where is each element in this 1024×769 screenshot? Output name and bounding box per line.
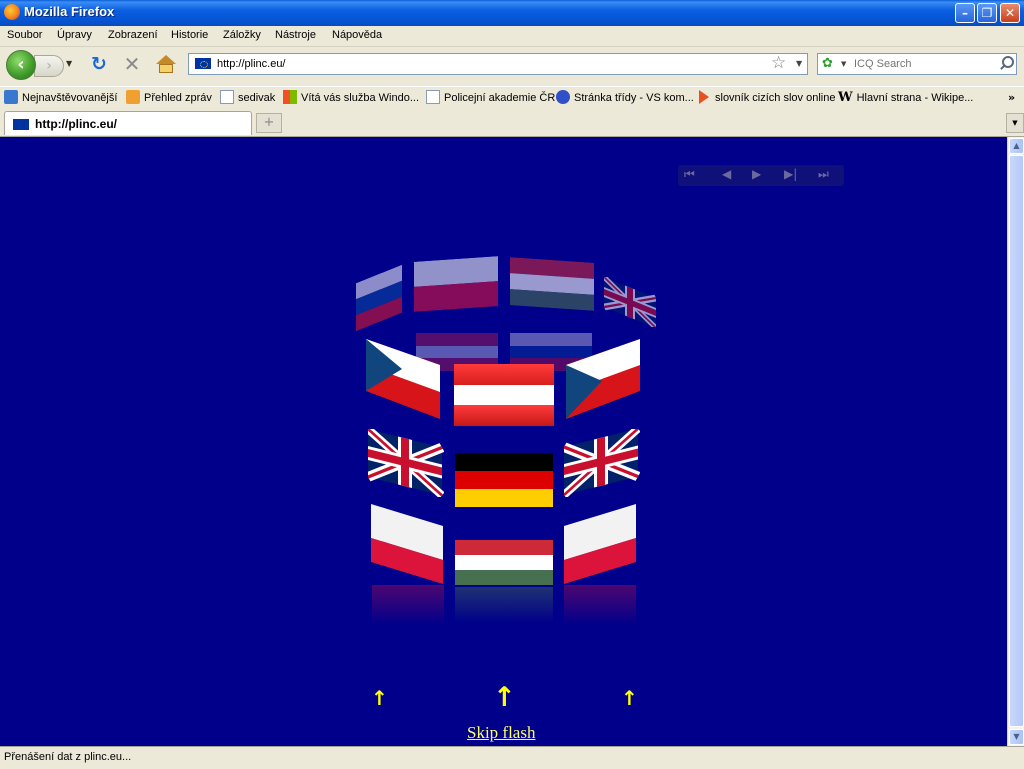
page-icon <box>426 90 440 104</box>
scroll-down-button[interactable]: ▼ <box>1009 729 1024 745</box>
bookmarks-overflow-button[interactable]: » <box>1008 91 1015 104</box>
bookmark-item[interactable]: Stránka třídy - VS kom... <box>556 90 694 106</box>
menu-zalozky[interactable]: Záložky <box>223 29 261 41</box>
back-button[interactable]: ‹ <box>6 50 36 80</box>
home-icon <box>156 55 176 64</box>
bookmark-item[interactable]: sedivak <box>220 90 275 106</box>
next-slide-button[interactable]: ▶| <box>784 167 797 181</box>
menu-soubor[interactable]: Soubor <box>7 29 42 41</box>
slovakia-flag <box>356 264 402 332</box>
vertical-scrollbar[interactable]: ▲ ▼ <box>1007 137 1024 746</box>
tab-bar: http://plinc.eu/ + ▼ <box>0 109 1024 137</box>
czech-flag <box>566 339 640 419</box>
history-dropdown-icon[interactable]: ▼ <box>66 59 72 68</box>
page-content: ⏮ ◀ ▶ ▶| ⏭ ↑ ↑ ↑ Skip flash <box>0 137 1007 746</box>
close-button[interactable]: ✕ <box>1000 3 1020 23</box>
eu-flag-favicon-icon <box>13 119 29 130</box>
left-arrow-icon[interactable]: ↑ <box>371 686 388 710</box>
home-button[interactable] <box>156 55 176 73</box>
gear-icon <box>556 90 570 104</box>
status-bar: Přenášení dat z plinc.eu... <box>0 746 1024 769</box>
menu-napoveda[interactable]: Nápověda <box>332 29 382 41</box>
first-slide-button[interactable]: ⏮ <box>684 167 695 182</box>
search-input[interactable] <box>854 57 994 71</box>
status-text: Přenášení dat z plinc.eu... <box>4 751 132 763</box>
window-title: Mozilla Firefox <box>24 4 115 19</box>
austria-flag <box>454 364 554 426</box>
menu-bar: Soubor Úpravy Zobrazení Historie Záložky… <box>0 26 1024 47</box>
center-arrow-icon[interactable]: ↑ <box>493 682 516 713</box>
magnifier-icon <box>4 90 18 104</box>
minimize-button[interactable]: – <box>955 3 975 23</box>
menu-upravy[interactable]: Úpravy <box>57 29 92 41</box>
rss-icon <box>126 90 140 104</box>
germany-flag <box>455 453 553 507</box>
icq-flower-icon[interactable]: ✿ <box>822 57 833 71</box>
new-tab-button[interactable]: + <box>256 113 282 133</box>
play-button[interactable]: ▶ <box>752 167 761 181</box>
back-arrow-icon: ‹ <box>17 54 25 75</box>
firefox-icon <box>4 4 20 20</box>
right-arrow-icon[interactable]: ↑ <box>621 686 638 710</box>
wikipedia-icon: W <box>838 90 853 105</box>
bookmark-item[interactable]: slovník cizích slov online <box>699 90 835 106</box>
navigation-toolbar: › ‹ ▼ ↻ ✕ ☆ ▼ ✿ ▼ <box>0 47 1024 85</box>
bookmark-star-icon[interactable]: ☆ <box>771 53 786 73</box>
bookmark-item[interactable]: Vítá vás služba Windo... <box>283 90 419 106</box>
maximize-button[interactable]: ❐ <box>977 3 997 23</box>
search-icon[interactable] <box>999 56 1014 70</box>
menu-nastroje[interactable]: Nástroje <box>275 29 316 41</box>
scroll-up-button[interactable]: ▲ <box>1009 138 1024 154</box>
poland-flag <box>414 256 498 312</box>
bookmark-item[interactable]: W Hlavní strana - Wikipe... <box>838 90 973 106</box>
search-engine-dropdown-icon[interactable]: ▼ <box>841 60 846 68</box>
tab-plinc[interactable]: http://plinc.eu/ <box>4 111 252 135</box>
previous-slide-button[interactable]: ◀ <box>722 167 731 181</box>
url-dropdown-icon[interactable]: ▼ <box>796 59 802 68</box>
bookmark-item[interactable]: Přehled zpráv <box>126 90 212 106</box>
stop-icon: ✕ <box>123 52 141 76</box>
scroll-thumb[interactable] <box>1009 155 1024 727</box>
uk-flag <box>604 277 656 327</box>
slideshow-controls: ⏮ ◀ ▶ ▶| ⏭ <box>678 165 844 186</box>
forward-button[interactable]: › <box>34 55 64 77</box>
search-bar[interactable]: ✿ ▼ <box>817 53 1017 75</box>
bookmark-item[interactable]: Nejnavštěvovanější <box>4 90 117 106</box>
poland-flag <box>564 504 636 584</box>
arrow-icon <box>699 90 709 104</box>
eu-flag-favicon-icon <box>195 58 211 69</box>
uk-flag <box>564 429 640 497</box>
address-bar[interactable]: ☆ ▼ <box>188 53 808 75</box>
poland-flag <box>371 504 443 584</box>
bookmarks-toolbar: Nejnavštěvovanější Přehled zpráv sedivak… <box>0 86 1024 109</box>
last-slide-button[interactable]: ⏭ <box>818 167 829 182</box>
tab-label: http://plinc.eu/ <box>35 117 117 131</box>
czech-flag <box>366 339 440 419</box>
title-bar: Mozilla Firefox – ❐ ✕ <box>0 0 1024 26</box>
hungary-flag <box>455 540 553 585</box>
tab-list-dropdown-icon[interactable]: ▼ <box>1006 113 1024 133</box>
skip-flash-link[interactable]: Skip flash <box>467 723 535 743</box>
uk-flag <box>368 429 444 497</box>
menu-historie[interactable]: Historie <box>171 29 208 41</box>
page-icon <box>220 90 234 104</box>
bookmark-item[interactable]: Policejní akademie ČR <box>426 90 555 106</box>
reload-icon: ↻ <box>91 53 107 75</box>
menu-zobrazeni[interactable]: Zobrazení <box>108 29 158 41</box>
stop-button[interactable]: ✕ <box>122 54 142 74</box>
reload-button[interactable]: ↻ <box>89 54 109 74</box>
windows-icon <box>283 90 297 104</box>
hungary-flag <box>510 257 594 311</box>
forward-arrow-icon: › <box>46 58 52 74</box>
url-input[interactable] <box>217 56 757 72</box>
